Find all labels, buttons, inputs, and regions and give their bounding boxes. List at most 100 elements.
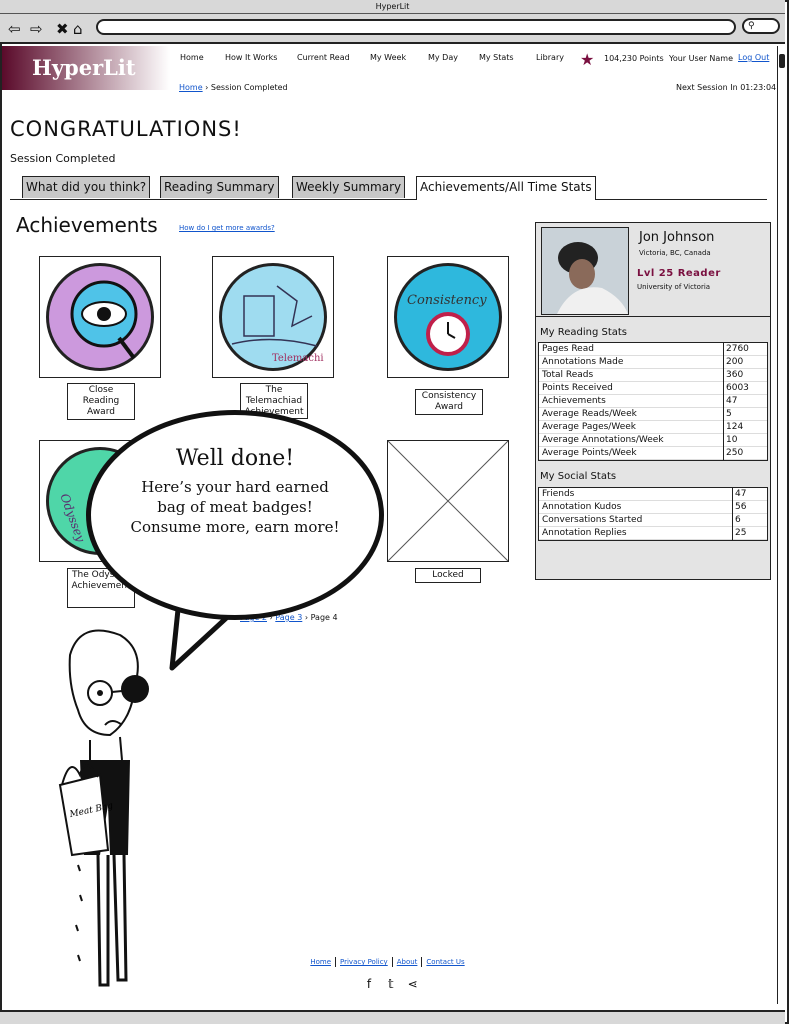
stat-label: Annotations Made [542, 357, 624, 367]
stat-value: 47 [723, 395, 737, 408]
achievements-title: Achievements [16, 213, 158, 237]
breadcrumb: Home › Session Completed [179, 83, 288, 92]
stat-value: 250 [723, 447, 743, 460]
nav-how-it-works[interactable]: How It Works [225, 53, 277, 62]
tab-reading-summary[interactable]: Reading Summary [160, 176, 279, 198]
breadcrumb-home[interactable]: Home [179, 83, 203, 92]
table-row: Annotation Replies 25 [539, 527, 767, 540]
browser-search[interactable]: ⚲ [742, 18, 780, 34]
breadcrumb-current: Session Completed [210, 83, 288, 92]
address-bar[interactable] [96, 19, 736, 35]
table-row: Points Received 6003 [539, 382, 767, 395]
man-with-meat-bag-illustration: Meat Bag [58, 629, 149, 987]
page-4-current: Page 4 [310, 613, 338, 622]
reading-stats-title: My Reading Stats [540, 327, 628, 338]
footer-home-link[interactable]: Home [306, 958, 335, 966]
points-count: 104,230 Points [604, 54, 664, 63]
placeholder-image-icon [387, 440, 509, 562]
tab-what-did-you-think[interactable]: What did you think? [22, 176, 151, 198]
stat-value: 47 [732, 488, 746, 501]
facebook-icon[interactable]: f [360, 977, 378, 991]
table-row: Average Annotations/Week 10 [539, 434, 767, 447]
footer-privacy-link[interactable]: Privacy Policy [336, 958, 392, 966]
reading-stats-table: Pages Read 2760 Annotations Made 200 Total… [538, 342, 768, 461]
stop-icon[interactable]: ✖ [56, 14, 69, 44]
nav-library[interactable]: Library [536, 53, 564, 62]
table-row: Average Points/Week 250 [539, 447, 767, 460]
browser-toolbar: ⇦ ⇨ ✖ ⌂ ⚲ [0, 14, 785, 44]
stat-value: 6 [732, 514, 741, 527]
share-icon[interactable]: ⋖ [404, 977, 422, 991]
forward-icon[interactable]: ⇨ [30, 14, 43, 44]
consistency-badge-art: Consistency [394, 263, 502, 371]
social-links: f 𝕥 ⋖ [360, 977, 422, 991]
chevron-right-icon: › [304, 613, 309, 622]
badge-locked [387, 440, 509, 562]
scrollbar[interactable] [777, 46, 787, 1004]
nav-my-day[interactable]: My Day [428, 53, 458, 62]
speech-line-3: bag of meat badges! [157, 498, 313, 516]
nav-my-week[interactable]: My Week [370, 53, 406, 62]
stat-value: 124 [723, 421, 743, 434]
magnifier-eye-icon [70, 280, 138, 360]
stat-value: 6003 [723, 382, 749, 395]
speech-line-2: Here’s your hard earned [141, 478, 329, 496]
tab-bar: What did you think? Reading Summary Week… [10, 176, 767, 200]
social-stats-title: My Social Stats [540, 471, 617, 482]
status-bar [0, 1010, 785, 1024]
stat-label: Average Points/Week [542, 448, 637, 458]
logo[interactable]: HyperLit [2, 46, 170, 90]
nav-current-read[interactable]: Current Read [297, 53, 350, 62]
badge-telemachiad[interactable]: Telemachiad [212, 256, 337, 378]
nav-home[interactable]: Home [180, 53, 204, 62]
badge-consistency-label: Consistency Award [415, 389, 483, 415]
tab-achievements[interactable]: Achievements/All Time Stats [416, 176, 596, 200]
telemachiad-badge-art: Telemachiad [219, 263, 337, 371]
stat-label: Average Pages/Week [542, 422, 636, 432]
stat-value: 10 [723, 434, 737, 447]
stat-label: Pages Read [542, 344, 594, 354]
scroll-thumb[interactable] [779, 54, 785, 68]
table-row: Annotation Kudos 56 [539, 501, 767, 514]
logout-link[interactable]: Log Out [738, 53, 769, 62]
table-row: Pages Read 2760 [539, 343, 767, 356]
stat-value: 2760 [723, 343, 749, 356]
nav-my-stats[interactable]: My Stats [479, 53, 514, 62]
badge-consistency[interactable]: Consistency [387, 256, 509, 378]
search-icon: ⚲ [748, 21, 755, 31]
star-icon: ★ [580, 50, 595, 69]
profile-university: University of Victoria [637, 283, 711, 291]
stat-label: Achievements [542, 396, 606, 406]
stat-value: 360 [723, 369, 743, 382]
tab-weekly-summary[interactable]: Weekly Summary [292, 176, 406, 198]
home-icon[interactable]: ⌂ [73, 14, 83, 44]
stat-label: Total Reads [542, 370, 594, 380]
username[interactable]: Your User Name [669, 54, 733, 63]
cyclist-photo [542, 228, 628, 314]
stat-label: Points Received [542, 383, 613, 393]
consistency-art-text: Consistency [407, 293, 487, 308]
chevron-right-icon: › [205, 83, 209, 92]
speech-line-1: Well done! [175, 446, 295, 471]
stat-label: Annotation Replies [542, 528, 627, 538]
stat-label: Friends [542, 489, 575, 499]
table-row: Friends 47 [539, 488, 767, 501]
panel-divider [536, 316, 770, 317]
telemachiad-art-text: Telemachiad [272, 353, 324, 364]
speech-line-4: Consume more, earn more! [130, 518, 340, 536]
badge-close-reading-label: Close Reading Award [67, 383, 135, 420]
table-row: Average Reads/Week 5 [539, 408, 767, 421]
twitter-icon[interactable]: 𝕥 [382, 977, 400, 991]
table-row: Average Pages/Week 124 [539, 421, 767, 434]
badge-locked-label: Locked [415, 568, 481, 583]
footer-contact-link[interactable]: Contact Us [422, 958, 468, 966]
footer-about-link[interactable]: About [393, 958, 422, 966]
badge-close-reading[interactable] [39, 256, 161, 378]
table-row: Conversations Started 6 [539, 514, 767, 527]
awards-help-link[interactable]: How do I get more awards? [179, 224, 275, 232]
table-row: Total Reads 360 [539, 369, 767, 382]
profile-location: Victoria, BC, Canada [639, 249, 711, 257]
back-icon[interactable]: ⇦ [8, 14, 21, 44]
odyssey-art-text: Odyssey [57, 492, 88, 544]
page-subtitle: Session Completed [10, 152, 116, 165]
